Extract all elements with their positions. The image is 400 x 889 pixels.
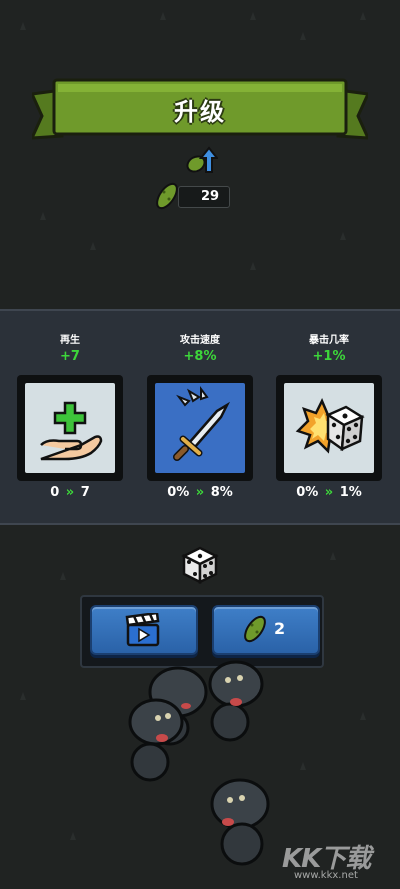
upgrade-bonus: +8% (183, 349, 217, 364)
progress-arrow: » (65, 485, 75, 500)
reroll-button-tray: 2 (80, 595, 324, 668)
pickle-count: 29 (200, 189, 220, 204)
upgrade-from-value: 0% (167, 485, 190, 500)
upgrade-from-value: 0 (50, 485, 60, 500)
dice-icon (181, 546, 219, 584)
crit-dice-icon (295, 398, 365, 454)
upgrade-icon-background (25, 383, 115, 473)
zombie-horde (128, 660, 270, 866)
page-title: 升级 (174, 98, 226, 126)
pickle-reroll-button[interactable]: 2 (212, 605, 320, 655)
upgrade-name: 再生 (60, 335, 80, 346)
pickle-currency: 29 (152, 180, 232, 212)
upgrade-bonus: +7 (60, 349, 80, 364)
pickle-cost: 2 (274, 619, 286, 638)
watermark: KK下载 www.kkx.net (282, 838, 400, 889)
upgrade-from-value: 0% (296, 485, 319, 500)
upgrade-card-crit-chance[interactable]: 暴击几率 +1% 0% » 1% (276, 311, 382, 523)
upgrade-icon-frame[interactable] (17, 375, 123, 481)
upgrade-to-value: 7 (80, 485, 90, 500)
upgrade-icon-frame[interactable] (276, 375, 382, 481)
upgrade-card-attack-speed[interactable]: 攻击速度 +8% 0% » 8% (147, 311, 253, 523)
upgrade-icon-background (284, 383, 374, 473)
upgrade-icon-background (155, 383, 245, 473)
clapperboard-play-icon (125, 613, 160, 647)
watermark-url: www.kkx.net (294, 870, 358, 881)
upgrade-card-regen[interactable]: 再生 +7 0 » 7 (17, 311, 123, 523)
progress-arrow: » (195, 485, 205, 500)
upgrade-progress: 0% » 1% (276, 485, 382, 500)
progress-arrow: » (324, 485, 334, 500)
upgrade-progress: 0 » 7 (17, 485, 123, 500)
upgrade-name: 暴击几率 (309, 335, 349, 346)
upgrade-name: 攻击速度 (180, 335, 220, 346)
upgrade-to-value: 8% (210, 485, 233, 500)
heal-hand-icon (40, 401, 103, 461)
upgrade-progress: 0% » 8% (147, 485, 253, 500)
upgrade-choices-panel: 再生 +7 0 » 7 攻击速度 +8% 0% » 8% 暴击几率 +1% 0%… (0, 309, 400, 525)
level-up-arrow-icon (186, 146, 218, 173)
sword-speed-icon (173, 386, 231, 461)
watch-ad-reroll-button[interactable] (90, 605, 198, 655)
pickle-icon (156, 182, 178, 210)
upgrade-icon-frame[interactable] (147, 375, 253, 481)
upgrade-bonus: +1% (312, 349, 346, 364)
upgrade-to-value: 1% (339, 485, 362, 500)
pickle-icon (244, 615, 266, 643)
